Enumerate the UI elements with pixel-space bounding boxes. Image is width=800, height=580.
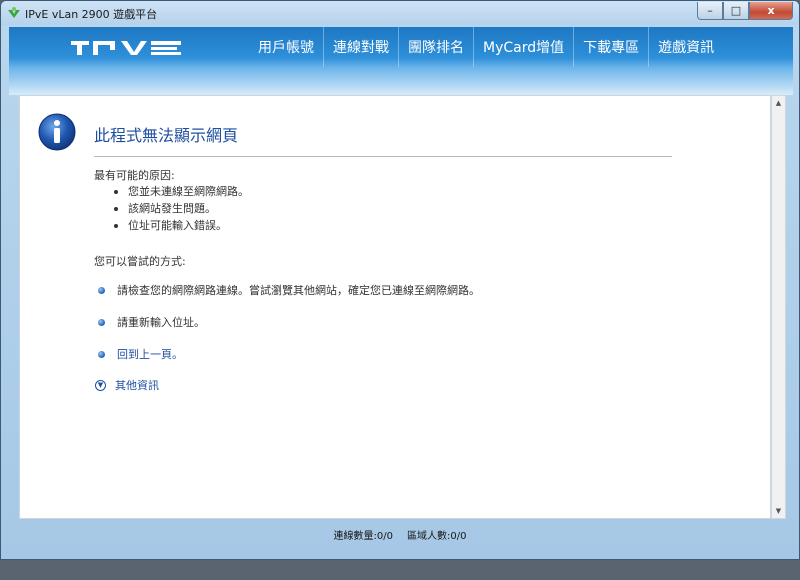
- title-bar[interactable]: IPvE vLan 2900 遊戲平台 – □ x: [1, 1, 799, 25]
- suggestion-go-back: 回到上一頁。: [98, 346, 183, 362]
- title-divider: [94, 156, 672, 157]
- ipve-logo[interactable]: [71, 40, 183, 56]
- vertical-scrollbar[interactable]: ▲ ▼: [771, 95, 786, 519]
- maximize-button[interactable]: □: [723, 2, 749, 20]
- window-title: IPvE vLan 2900 遊戲平台: [25, 8, 158, 21]
- bullet-dot: [114, 207, 118, 211]
- reason-text: 位址可能輸入錯誤。: [128, 219, 227, 232]
- nav-item-team-ranking[interactable]: 團隊排名: [399, 27, 474, 67]
- window-controls: – □ x: [697, 2, 793, 20]
- list-item: 該網站發生問題。: [114, 200, 249, 217]
- more-info-toggle[interactable]: ▼ 其他資訊: [95, 377, 159, 393]
- bullet-dot: [114, 190, 118, 194]
- nav-menu: 用戶帳號 連線對戰 團隊排名 MyCard增值 下載專區 遊戲資訊: [249, 27, 723, 67]
- close-button[interactable]: x: [749, 2, 793, 20]
- top-nav: 用戶帳號 連線對戰 團隊排名 MyCard增值 下載專區 遊戲資訊: [9, 27, 793, 95]
- try-heading: 您可以嘗試的方式:: [94, 255, 186, 268]
- area-user-count: 區域人數:0/0: [407, 530, 467, 542]
- suggestion-text: 請檢查您的網際網路連線。嘗試瀏覽其他網站，確定您已連線至網際網路。: [117, 284, 480, 297]
- browser-content: 此程式無法顯示網頁 最有可能的原因: 您並未連線至網際網路。 該網站發生問題。 …: [19, 95, 771, 519]
- blue-bullet-icon: [98, 350, 105, 358]
- error-title: 此程式無法顯示網頁: [94, 126, 239, 145]
- reasons-heading: 最有可能的原因:: [94, 169, 175, 182]
- bullet-dot: [114, 224, 118, 228]
- list-item: 您並未連線至網際網路。: [114, 183, 249, 200]
- blue-bullet-icon: [98, 286, 105, 294]
- go-back-link[interactable]: 回到上一頁。: [117, 348, 183, 361]
- minimize-button[interactable]: –: [697, 2, 723, 20]
- nav-item-mycard-topup[interactable]: MyCard增值: [474, 27, 575, 67]
- more-info-label: 其他資訊: [115, 379, 159, 392]
- nav-item-user-account[interactable]: 用戶帳號: [249, 27, 324, 67]
- app-window: IPvE vLan 2900 遊戲平台 – □ x 用戶帳號 連線對戰 團隊排名…: [0, 0, 800, 560]
- app-logo-icon: [8, 7, 20, 18]
- info-icon: [38, 113, 76, 151]
- reasons-list: 您並未連線至網際網路。 該網站發生問題。 位址可能輸入錯誤。: [114, 183, 249, 234]
- connection-count: 連線數量:0/0: [333, 530, 393, 542]
- suggestion-text: 請重新輸入位址。: [117, 316, 205, 329]
- chevron-down-circle-icon: ▼: [95, 379, 106, 391]
- reason-text: 該網站發生問題。: [128, 202, 216, 215]
- nav-item-online-battle[interactable]: 連線對戰: [324, 27, 399, 67]
- blue-bullet-icon: [98, 318, 105, 326]
- scroll-down-arrow-icon[interactable]: ▼: [772, 504, 785, 518]
- nav-item-game-info[interactable]: 遊戲資訊: [649, 27, 723, 67]
- scroll-up-arrow-icon[interactable]: ▲: [772, 96, 785, 110]
- suggestion-retype-address: 請重新輸入位址。: [98, 314, 205, 330]
- list-item: 位址可能輸入錯誤。: [114, 217, 249, 234]
- status-bar: 連線數量:0/0 區域人數:0/0: [1, 519, 799, 549]
- nav-item-downloads[interactable]: 下載專區: [574, 27, 650, 67]
- reason-text: 您並未連線至網際網路。: [128, 185, 249, 198]
- suggestion-check-connection: 請檢查您的網際網路連線。嘗試瀏覽其他網站，確定您已連線至網際網路。: [98, 282, 480, 298]
